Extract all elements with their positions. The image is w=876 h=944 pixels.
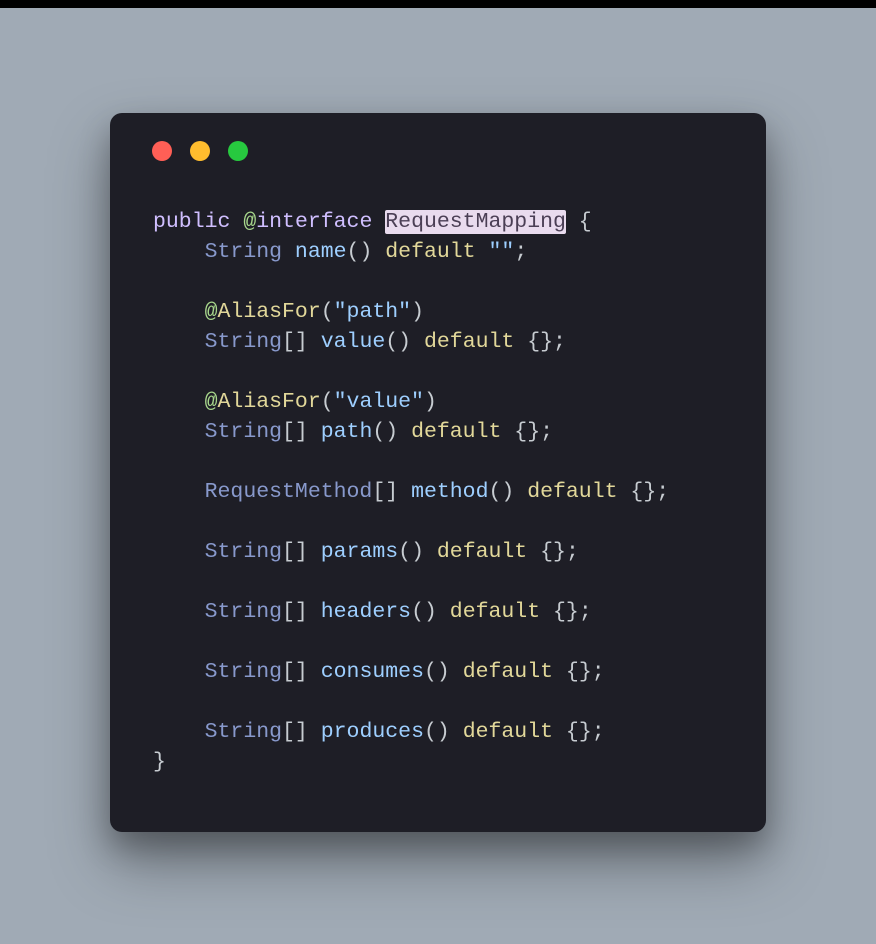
method-headers: headers [321,600,411,624]
semicolon: ; [579,600,592,624]
minimize-icon[interactable] [190,141,210,161]
parens: () [385,330,424,354]
string-literal: "value" [334,390,424,414]
method-params: params [321,540,398,564]
paren-close: ) [411,300,424,324]
keyword-default: default [463,720,553,744]
default-value: {} [553,720,592,744]
default-value: {} [618,480,657,504]
keyword-default: default [424,330,514,354]
type-string: String [205,240,282,264]
maximize-icon[interactable] [228,141,248,161]
classname-highlighted: RequestMapping [385,210,566,234]
default-value: {} [501,420,540,444]
keyword-default: default [450,600,540,624]
code-line-10: String[] consumes() default {}; [205,660,605,684]
method-path: path [321,420,373,444]
code-line-7: RequestMethod[] method() default {}; [205,480,670,504]
array-brackets: [] [282,660,321,684]
semicolon: ; [566,540,579,564]
code-line-8: String[] params() default {}; [205,540,579,564]
parens: () [398,540,437,564]
brace-open: { [566,210,592,234]
array-brackets: [] [282,330,321,354]
semicolon: ; [553,330,566,354]
default-value: "" [476,240,515,264]
parens: () [411,600,450,624]
close-icon[interactable] [152,141,172,161]
annotation-aliasfor: AliasFor [218,300,321,324]
at-symbol: @ [205,390,218,414]
semicolon: ; [656,480,669,504]
string-literal: "path" [334,300,411,324]
type-requestmethod: RequestMethod [205,480,373,504]
code-window: public @interface RequestMapping { Strin… [110,113,766,832]
array-brackets: [] [282,540,321,564]
default-value: {} [540,600,579,624]
code-line-4: String[] value() default {}; [205,330,566,354]
code-line-2: String name() default ""; [205,240,528,264]
parens: () [424,720,463,744]
at-symbol: @ [243,210,256,234]
paren-close: ) [424,390,437,414]
array-brackets: [] [372,480,411,504]
keyword-default: default [463,660,553,684]
code-line-6: String[] path() default {}; [205,420,553,444]
semicolon: ; [514,240,527,264]
traffic-lights [140,141,736,161]
array-brackets: [] [282,720,321,744]
paren-open: ( [321,300,334,324]
keyword-default: default [527,480,617,504]
type-string: String [205,720,282,744]
keyword-interface: interface [256,210,372,234]
code-line-11: String[] produces() default {}; [205,720,605,744]
type-string: String [205,540,282,564]
keyword-default: default [385,240,475,264]
method-method: method [411,480,488,504]
method-consumes: consumes [321,660,424,684]
code-line-5: @AliasFor("value") [205,390,437,414]
semicolon: ; [592,660,605,684]
default-value: {} [553,660,592,684]
annotation-aliasfor: AliasFor [218,390,321,414]
code-line-3: @AliasFor("path") [205,300,424,324]
type-string: String [205,600,282,624]
code-content: public @interface RequestMapping { Strin… [140,207,736,777]
code-line-12: } [153,750,166,774]
code-line-1: public @interface RequestMapping { [153,210,592,234]
type-string: String [205,420,282,444]
page-top-bar [0,0,876,8]
keyword-public: public [153,210,230,234]
paren-open: ( [321,390,334,414]
method-name: name [282,240,347,264]
at-symbol: @ [205,300,218,324]
semicolon: ; [540,420,553,444]
method-produces: produces [321,720,424,744]
brace-close: } [153,750,166,774]
array-brackets: [] [282,600,321,624]
semicolon: ; [592,720,605,744]
keyword-default: default [411,420,501,444]
parens: () [347,240,386,264]
type-string: String [205,330,282,354]
type-string: String [205,660,282,684]
default-value: {} [514,330,553,354]
array-brackets: [] [282,420,321,444]
parens: () [424,660,463,684]
code-line-9: String[] headers() default {}; [205,600,592,624]
parens: () [488,480,527,504]
method-value: value [321,330,386,354]
parens: () [372,420,411,444]
default-value: {} [527,540,566,564]
keyword-default: default [437,540,527,564]
